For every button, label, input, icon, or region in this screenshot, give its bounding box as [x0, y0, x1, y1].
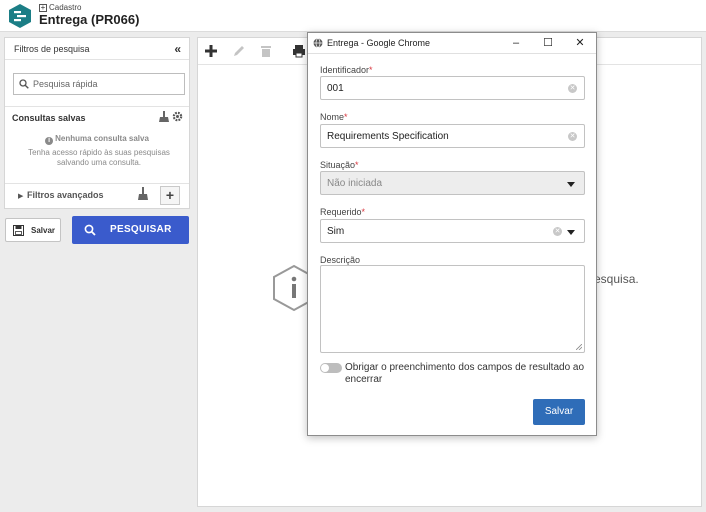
- identifier-label: Identificador*: [320, 65, 373, 75]
- required-mark: *: [369, 65, 373, 75]
- name-field[interactable]: Requirements Specification ✕: [320, 124, 585, 148]
- description-label: Descrição: [320, 255, 361, 265]
- search-button[interactable]: PESQUISAR: [72, 216, 189, 244]
- required-value: Sim: [327, 226, 345, 237]
- description-textarea[interactable]: [320, 265, 585, 353]
- no-saved-queries-desc: Tenha acesso rápido às suas pesquisas sa…: [28, 148, 170, 167]
- saved-queries-title: Consultas salvas: [12, 113, 86, 123]
- print-icon[interactable]: [292, 44, 306, 58]
- required-select[interactable]: Sim ✕: [320, 219, 585, 243]
- dialog-titlebar[interactable]: Entrega - Google Chrome – ☐ ✕: [308, 33, 596, 54]
- required-label-text: Requerido: [320, 207, 362, 217]
- search-button-label: PESQUISAR: [110, 224, 172, 235]
- required-mark: *: [355, 160, 359, 170]
- breadcrumb: + Cadastro: [39, 3, 81, 12]
- dialog-title: Entrega - Google Chrome: [327, 38, 431, 48]
- app-logo-icon: [9, 4, 31, 28]
- collapse-double-chevron-icon[interactable]: «: [174, 42, 181, 56]
- save-query-label: Salvar: [31, 226, 56, 235]
- search-icon: [84, 224, 96, 236]
- add-icon[interactable]: [204, 44, 218, 58]
- clear-icon[interactable]: ✕: [568, 132, 577, 141]
- caret-right-icon[interactable]: ▶: [18, 192, 23, 200]
- caret-down-icon: [567, 182, 575, 187]
- required-label: Requerido*: [320, 207, 365, 217]
- clear-icon[interactable]: ✕: [553, 227, 562, 236]
- name-label-text: Nome: [320, 112, 345, 122]
- identifier-field[interactable]: 001 ✕: [320, 76, 585, 100]
- no-saved-queries-text: Nenhuma consulta salva: [55, 134, 149, 143]
- globe-icon: [313, 38, 323, 48]
- search-icon: [19, 79, 29, 89]
- name-value: Requirements Specification: [327, 131, 449, 142]
- require-result-fields-label: Obrigar o preenchimento dos campos de re…: [345, 362, 585, 385]
- status-select: Não iniciada: [320, 171, 585, 195]
- status-label: Situação*: [320, 160, 359, 170]
- dialog-save-button[interactable]: Salvar: [533, 399, 585, 425]
- no-saved-queries-title: i Nenhuma consulta salva: [5, 134, 189, 145]
- empty-state-message: esquisa.: [594, 272, 639, 286]
- entrega-dialog: Entrega - Google Chrome – ☐ ✕ Identifica…: [307, 32, 597, 436]
- quick-search-box[interactable]: [13, 73, 185, 95]
- status-value: Não iniciada: [327, 178, 383, 189]
- filters-panel: Filtros de pesquisa « Consultas salvas i…: [4, 37, 190, 209]
- plus-box-icon: +: [39, 2, 47, 12]
- identifier-value: 001: [327, 83, 344, 94]
- require-result-fields-toggle[interactable]: [320, 363, 342, 373]
- filters-title: Filtros de pesquisa: [14, 44, 90, 54]
- close-icon[interactable]: ✕: [573, 36, 587, 50]
- caret-down-icon[interactable]: [567, 230, 575, 235]
- divider: [5, 183, 189, 184]
- breadcrumb-label: Cadastro: [49, 3, 82, 12]
- divider: [5, 59, 189, 60]
- name-label: Nome*: [320, 112, 348, 122]
- maximize-icon[interactable]: ☐: [541, 36, 555, 50]
- save-query-button[interactable]: Salvar: [5, 218, 61, 242]
- minimize-icon[interactable]: –: [509, 36, 523, 50]
- toggle-knob: [321, 364, 329, 372]
- quick-search-input[interactable]: [33, 77, 181, 91]
- clear-icon[interactable]: ✕: [568, 84, 577, 93]
- broom-icon[interactable]: [138, 187, 148, 200]
- required-mark: *: [344, 112, 348, 122]
- app-header: + Cadastro Entrega (PR066): [0, 0, 706, 32]
- identifier-label-text: Identificador: [320, 65, 370, 75]
- floppy-disk-icon: [13, 225, 24, 236]
- info-icon: i: [45, 137, 54, 145]
- broom-icon[interactable]: [159, 111, 169, 122]
- add-filter-button[interactable]: +: [160, 186, 180, 205]
- edit-pencil-icon[interactable]: [232, 44, 246, 58]
- status-label-text: Situação: [320, 160, 356, 170]
- divider: [5, 106, 189, 107]
- resize-grip-icon[interactable]: [576, 344, 582, 350]
- advanced-filters-toggle[interactable]: Filtros avançados: [27, 190, 104, 200]
- required-mark: *: [361, 207, 366, 217]
- page-title: Entrega (PR066): [39, 12, 140, 27]
- trash-icon[interactable]: [259, 44, 273, 58]
- gear-icon[interactable]: [172, 111, 183, 122]
